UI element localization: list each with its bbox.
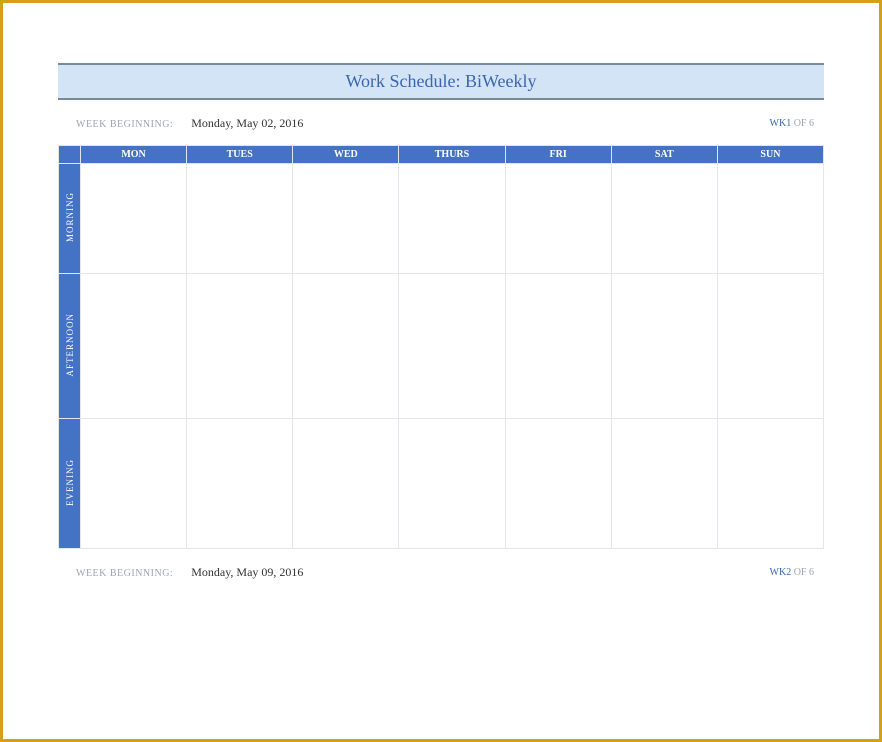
row-morning: MORNING bbox=[59, 164, 824, 274]
cell-morning-tue bbox=[187, 164, 293, 274]
wk-prefix-2: WK bbox=[770, 567, 787, 578]
cell-afternoon-wed bbox=[293, 274, 399, 419]
day-header-row: MON TUES WED THURS FRI SAT SUN bbox=[59, 146, 824, 164]
cell-afternoon-sat bbox=[611, 274, 717, 419]
cell-evening-thu bbox=[399, 419, 505, 549]
week1-date: Monday, May 02, 2016 bbox=[191, 116, 303, 131]
cell-evening-sun bbox=[717, 419, 823, 549]
cell-afternoon-mon bbox=[81, 274, 187, 419]
wk-total: 6 bbox=[809, 118, 814, 129]
day-header-tue: TUES bbox=[187, 146, 293, 164]
corner-header bbox=[59, 146, 81, 164]
week-beginning-label: WEEK BEGINNING: bbox=[76, 119, 173, 130]
row-afternoon: AFTERNOON bbox=[59, 274, 824, 419]
cell-evening-sat bbox=[611, 419, 717, 549]
cell-evening-mon bbox=[81, 419, 187, 549]
cell-morning-sat bbox=[611, 164, 717, 274]
week2-count: WK2 OF 6 bbox=[770, 567, 814, 578]
cell-evening-fri bbox=[505, 419, 611, 549]
period-text-morning: MORNING bbox=[65, 192, 75, 242]
period-label-morning: MORNING bbox=[59, 164, 81, 274]
cell-morning-thu bbox=[399, 164, 505, 274]
cell-afternoon-thu bbox=[399, 274, 505, 419]
day-header-sat: SAT bbox=[611, 146, 717, 164]
period-text-afternoon: AFTERNOON bbox=[65, 313, 75, 377]
cell-morning-sun bbox=[717, 164, 823, 274]
cell-evening-wed bbox=[293, 419, 399, 549]
week1-beginning: WEEK BEGINNING: Monday, May 02, 2016 bbox=[76, 116, 303, 131]
document-title: Work Schedule: BiWeekly bbox=[345, 71, 536, 91]
week-beginning-label-2: WEEK BEGINNING: bbox=[76, 568, 173, 579]
week1-count: WK1 OF 6 bbox=[770, 118, 814, 129]
wk-of: OF bbox=[791, 118, 809, 129]
schedule-table: MON TUES WED THURS FRI SAT SUN MORNING bbox=[58, 145, 824, 549]
cell-afternoon-sun bbox=[717, 274, 823, 419]
day-header-wed: WED bbox=[293, 146, 399, 164]
week2-beginning: WEEK BEGINNING: Monday, May 09, 2016 bbox=[76, 565, 303, 580]
cell-evening-tue bbox=[187, 419, 293, 549]
cell-morning-mon bbox=[81, 164, 187, 274]
cell-afternoon-fri bbox=[505, 274, 611, 419]
day-header-thu: THURS bbox=[399, 146, 505, 164]
day-header-fri: FRI bbox=[505, 146, 611, 164]
wk-prefix: WK bbox=[770, 118, 787, 129]
cell-morning-fri bbox=[505, 164, 611, 274]
cell-afternoon-tue bbox=[187, 274, 293, 419]
day-header-mon: MON bbox=[81, 146, 187, 164]
week2-date: Monday, May 09, 2016 bbox=[191, 565, 303, 580]
title-band: Work Schedule: BiWeekly bbox=[58, 63, 824, 100]
cell-morning-wed bbox=[293, 164, 399, 274]
wk-of-2: OF bbox=[791, 567, 809, 578]
row-evening: EVENING bbox=[59, 419, 824, 549]
period-text-evening: EVENING bbox=[65, 459, 75, 506]
day-header-sun: SUN bbox=[717, 146, 823, 164]
page-frame: Work Schedule: BiWeekly WEEK BEGINNING: … bbox=[0, 0, 882, 742]
week2-meta: WEEK BEGINNING: Monday, May 09, 2016 WK2… bbox=[58, 549, 824, 594]
period-label-evening: EVENING bbox=[59, 419, 81, 549]
week1-meta: WEEK BEGINNING: Monday, May 02, 2016 WK1… bbox=[58, 100, 824, 145]
wk-total-2: 6 bbox=[809, 567, 814, 578]
period-label-afternoon: AFTERNOON bbox=[59, 274, 81, 419]
